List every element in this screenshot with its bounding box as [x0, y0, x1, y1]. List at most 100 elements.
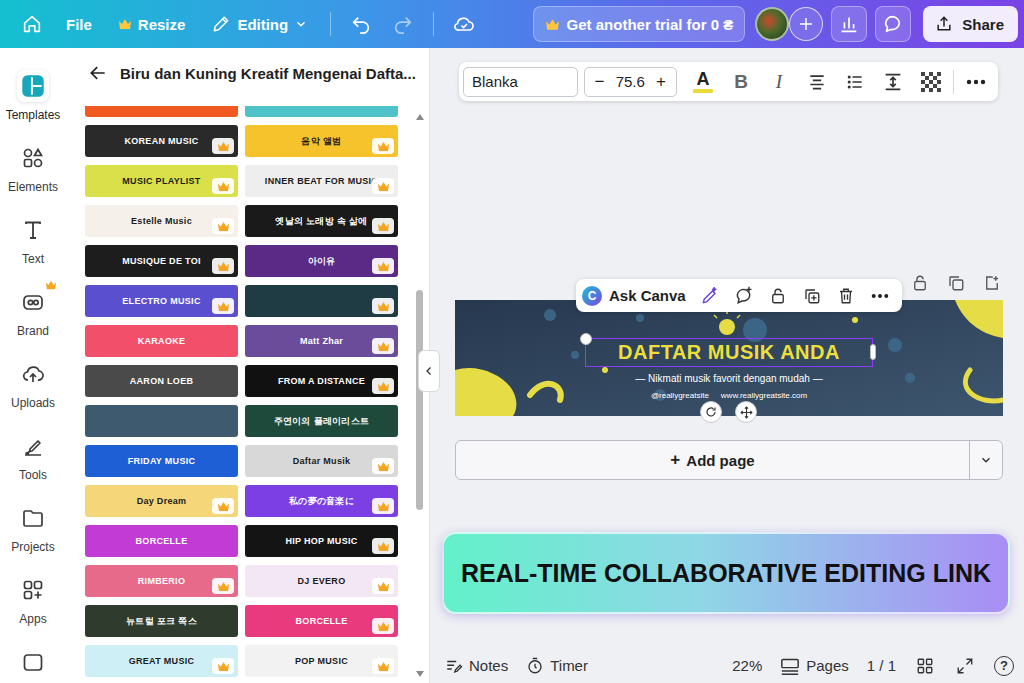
transparency-button[interactable] [915, 66, 947, 98]
file-menu[interactable]: File [58, 8, 100, 40]
grid-view-button[interactable] [914, 655, 936, 677]
promo-banner: REAL-TIME COLLABORATIVE EDITING LINK [442, 532, 1010, 614]
fullscreen-button[interactable] [954, 655, 976, 677]
template-thumbnail[interactable]: FROM A DISTANCE [245, 365, 398, 397]
template-thumbnail[interactable]: 음악 앨범 [245, 125, 398, 157]
delete-button[interactable] [832, 282, 860, 310]
template-thumbnail[interactable]: 주연이의 플레이리스트 [245, 405, 398, 437]
template-thumbnail[interactable]: POP MUSIC [245, 645, 398, 677]
template-thumbnail[interactable]: HIP HOP MUSIC [245, 525, 398, 557]
rail-item[interactable]: Uploads [0, 358, 66, 430]
rail-item[interactable]: Templates [0, 70, 66, 142]
bold-button[interactable]: B [725, 66, 757, 98]
scrollbar[interactable] [415, 106, 424, 683]
font-size-value[interactable]: 75.6 [616, 73, 645, 90]
template-thumbnail[interactable]: MUSIC PLAYLIST [85, 165, 238, 197]
ask-canva-button[interactable]: CAsk Canva [582, 286, 690, 306]
design-website[interactable]: www.reallygreatsite.com [721, 391, 807, 400]
template-thumbnail[interactable]: INNER BEAT FOR MUSIC [245, 165, 398, 197]
rail-item[interactable]: Brand [0, 286, 66, 358]
save-status-button[interactable] [448, 8, 480, 40]
template-thumbnail[interactable]: Estelle Music [85, 205, 238, 237]
invite-button[interactable] [789, 7, 823, 41]
rail-item[interactable] [0, 646, 66, 683]
template-thumbnail[interactable]: GREAT MUSIC [85, 645, 238, 677]
undo-button[interactable] [345, 8, 377, 40]
template-thumbnail[interactable]: 옛날의 노래방 속 삶에 [245, 205, 398, 237]
trial-button[interactable]: Get another trial for 0 ₴ [533, 6, 746, 42]
scrollbar-thumb[interactable] [416, 290, 423, 510]
add-page-button[interactable]: +Add page [456, 441, 969, 479]
scroll-down-icon[interactable] [416, 671, 424, 677]
rail-item[interactable]: Apps [0, 574, 66, 646]
template-thumbnail[interactable]: KARAOKE [85, 325, 238, 357]
template-thumbnail[interactable]: Day Dream [85, 485, 238, 517]
template-thumbnail[interactable] [85, 405, 238, 437]
resize-handle[interactable] [580, 333, 592, 345]
duplicate-page-button[interactable] [946, 271, 966, 295]
more-options-button[interactable] [960, 66, 992, 98]
design-page[interactable]: DAFTAR MUSIK ANDA — Nikmati musik favorit… [455, 300, 1003, 416]
add-page-icon-button[interactable] [982, 271, 1002, 295]
template-thumbnail[interactable]: 私の夢の音楽に [245, 485, 398, 517]
template-thumbnail[interactable]: Matt Zhar [245, 325, 398, 357]
italic-button[interactable]: I [763, 66, 795, 98]
template-thumbnail[interactable]: BORCELLE [85, 525, 238, 557]
align-button[interactable] [801, 66, 833, 98]
back-button[interactable] [86, 61, 110, 85]
timer-button[interactable]: Timer [526, 657, 588, 675]
rail-item[interactable]: Text [0, 214, 66, 286]
comments-button[interactable] [875, 6, 911, 42]
zoom-level[interactable]: 22% [732, 657, 762, 674]
insights-button[interactable] [831, 6, 867, 42]
template-thumbnail[interactable]: Daftar Musik [245, 445, 398, 477]
user-avatar[interactable] [755, 7, 789, 41]
template-thumbnail[interactable] [245, 285, 398, 317]
pages-button[interactable]: Pages [780, 657, 849, 675]
share-button[interactable]: Share [923, 6, 1018, 42]
template-thumbnail[interactable] [85, 106, 238, 117]
template-thumbnail[interactable]: DJ EVERO [245, 565, 398, 597]
template-thumbnail[interactable]: 뉴트럴 포크 쪽스 [85, 605, 238, 637]
template-thumbnail[interactable] [245, 106, 398, 117]
resize-button[interactable]: Resize [110, 8, 194, 40]
scroll-up-icon[interactable] [416, 114, 424, 120]
list-button[interactable] [839, 66, 871, 98]
spacing-button[interactable] [877, 66, 909, 98]
template-thumbnail[interactable]: ELECTRO MUSIC [85, 285, 238, 317]
move-handle[interactable] [735, 401, 757, 423]
notes-button[interactable]: Notes [445, 657, 508, 675]
rail-item[interactable]: Elements [0, 142, 66, 214]
increase-size-button[interactable]: + [654, 72, 668, 92]
text-color-button[interactable]: A [687, 66, 719, 98]
template-thumbnail[interactable]: FRIDAY MUSIC [85, 445, 238, 477]
rail-item[interactable]: Tools [0, 430, 66, 502]
home-button[interactable] [16, 8, 48, 40]
more-button[interactable] [866, 282, 894, 310]
rotate-handle[interactable] [700, 401, 722, 423]
resize-handle[interactable] [870, 344, 876, 360]
lock-button[interactable] [764, 282, 792, 310]
lock-page-button[interactable] [910, 271, 930, 295]
help-button[interactable]: ? [994, 656, 1014, 676]
template-thumbnail[interactable]: MUSIQUE DE TOI [85, 245, 238, 277]
decrease-size-button[interactable]: − [593, 72, 607, 92]
design-handle[interactable]: @reallygreatsite [651, 391, 709, 400]
template-thumbnail[interactable]: KOREAN MUSIC [85, 125, 238, 157]
template-thumbnail[interactable]: AARON LOEB [85, 365, 238, 397]
duplicate-button[interactable] [798, 282, 826, 310]
template-thumbnail[interactable]: RIMBERIO [85, 565, 238, 597]
editing-mode-button[interactable]: Editing [203, 8, 316, 40]
magic-edit-button[interactable] [696, 282, 724, 310]
collapse-panel-button[interactable] [418, 350, 440, 392]
font-family-field[interactable]: Blanka [463, 67, 578, 97]
template-thumbnail[interactable]: BORCELLE [245, 605, 398, 637]
design-title[interactable]: DAFTAR MUSIK ANDA [618, 341, 840, 364]
template-thumbnail[interactable]: 아이유 [245, 245, 398, 277]
add-comment-button[interactable] [730, 282, 758, 310]
design-tagline[interactable]: — Nikmati musik favorit dengan mudah — [635, 373, 822, 384]
design-title-box[interactable]: DAFTAR MUSIK ANDA [585, 338, 873, 367]
rail-item[interactable]: Projects [0, 502, 66, 574]
add-page-dropdown[interactable] [969, 441, 1002, 479]
redo-button[interactable] [387, 8, 419, 40]
